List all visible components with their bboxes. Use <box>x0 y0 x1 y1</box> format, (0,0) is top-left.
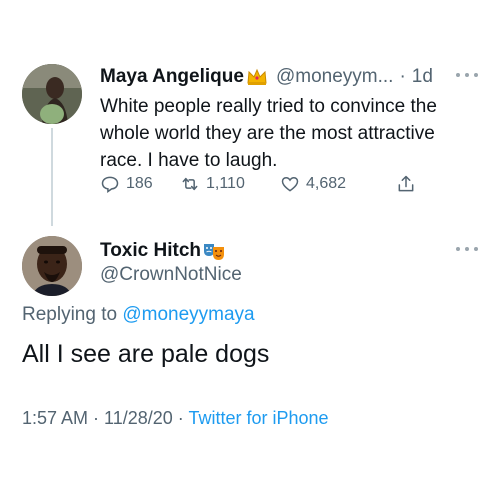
more-options-icon[interactable] <box>456 71 478 79</box>
more-options-icon[interactable] <box>456 245 478 253</box>
reply-count: 186 <box>126 175 153 192</box>
tweet-source-link[interactable]: Twitter for iPhone <box>188 408 328 428</box>
thread-line <box>51 128 53 226</box>
avatar[interactable] <box>22 236 82 296</box>
replying-prefix: Replying to <box>22 304 118 325</box>
handle[interactable]: @moneyym... <box>276 66 393 88</box>
tweet-text: All I see are pale dogs <box>22 340 270 368</box>
like-count: 4,682 <box>306 175 347 192</box>
tweet-header: Toxic Hitch <box>100 240 225 262</box>
reply-icon <box>101 176 119 193</box>
crown-emoji-icon <box>247 68 267 85</box>
separator: · <box>399 66 406 87</box>
tweet-timestamp[interactable]: 1:57 AM · 11/28/20 <box>22 408 173 428</box>
performing-arts-masks-emoji-icon <box>204 244 224 260</box>
reply-button[interactable]: 186 <box>100 174 153 194</box>
tweet-time[interactable]: 1d <box>412 66 433 88</box>
retweet-icon <box>182 177 198 191</box>
display-name[interactable]: Maya Angelique <box>100 66 244 88</box>
like-button[interactable]: 4,682 <box>280 174 346 194</box>
tweet-text: White people really tried to convince th… <box>100 96 437 171</box>
replying-to-mention[interactable]: @moneyymaya <box>122 304 254 325</box>
profile-photo <box>22 236 82 296</box>
avatar[interactable] <box>22 64 82 124</box>
meta-separator: · <box>177 408 184 428</box>
handle[interactable]: @CrownNotNice <box>100 264 242 286</box>
share-button[interactable] <box>396 174 422 194</box>
heart-icon <box>281 176 299 192</box>
tweet-header: Maya Angelique @moneyym... · 1d <box>100 66 433 88</box>
display-name[interactable]: Toxic Hitch <box>100 240 201 262</box>
replying-to: Replying to @moneyymaya <box>22 304 255 326</box>
retweet-count: 1,110 <box>206 175 245 192</box>
share-icon <box>398 175 414 192</box>
profile-photo <box>22 64 82 124</box>
retweet-button[interactable]: 1,110 <box>180 174 245 194</box>
tweet-meta: 1:57 AM · 11/28/20 · Twitter for iPhone <box>22 408 329 429</box>
